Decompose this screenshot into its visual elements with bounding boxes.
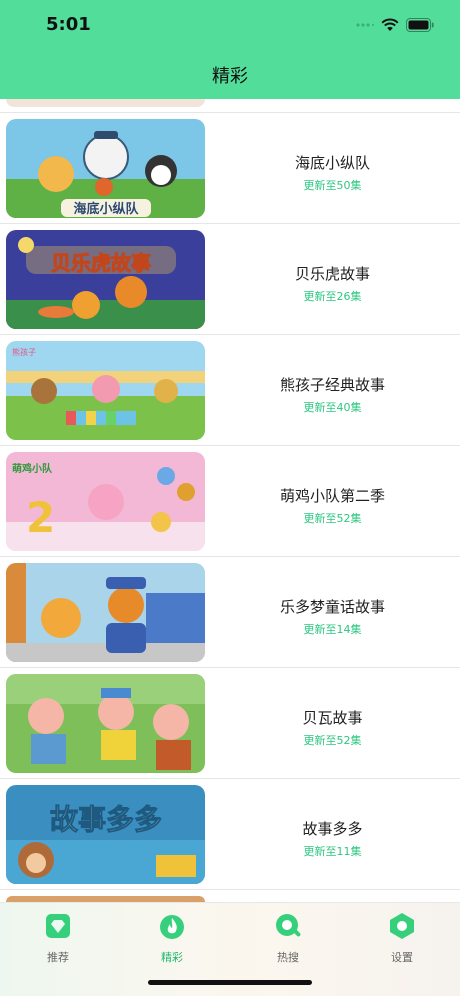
tab-label: 设置 <box>391 951 413 964</box>
tab-recommend[interactable]: 推荐 <box>18 911 98 965</box>
story-list[interactable]: 海底小纵队 海底小纵队 更新至50集 贝乐虎故事 贝乐虎故事 更新至26集 熊孩… <box>0 99 460 902</box>
svg-text:2: 2 <box>26 493 55 542</box>
item-subtitle: 更新至40集 <box>303 401 362 414</box>
thumbnail-caption: 萌鸡小队 <box>12 462 53 475</box>
thumbnail-image: 故事多多 <box>6 785 205 884</box>
item-subtitle: 更新至14集 <box>303 623 362 636</box>
home-indicator <box>148 980 312 985</box>
tab-settings[interactable]: 设置 <box>362 911 442 965</box>
thumbnail-image <box>6 563 205 662</box>
list-item[interactable]: 熊孩子 熊孩子经典故事 更新至40集 <box>0 335 460 446</box>
thumbnail-image: 海底小纵队 <box>6 119 205 218</box>
search-icon <box>276 914 301 937</box>
thumbnail-image: 贝乐虎故事 <box>6 230 205 329</box>
flame-icon <box>160 915 184 939</box>
tab-label: 推荐 <box>47 951 69 964</box>
item-title: 海底小纵队 <box>294 154 370 172</box>
list-item[interactable]: 贝乐虎故事 贝乐虎故事 更新至26集 <box>0 224 460 335</box>
thumbnail-caption: 贝乐虎故事 <box>51 251 151 275</box>
list-item[interactable]: 贝瓦故事 更新至52集 <box>0 668 460 779</box>
item-title: 熊孩子经典故事 <box>279 376 385 394</box>
item-title: 乐多梦童话故事 <box>279 598 385 616</box>
item-title: 贝乐虎故事 <box>294 265 370 283</box>
list-item[interactable]: 故事多多 故事多多 更新至11集 <box>0 779 460 890</box>
partial-thumbnail <box>6 99 205 107</box>
item-subtitle: 更新至52集 <box>303 734 362 747</box>
tab-label: 热搜 <box>277 951 299 964</box>
item-subtitle: 更新至11集 <box>303 845 362 858</box>
hexagon-gear-icon <box>390 913 414 939</box>
thumbnail-image: 熊孩子 <box>6 341 205 440</box>
tab-featured[interactable]: 精彩 <box>132 911 212 965</box>
status-time: 5:01 <box>46 14 91 35</box>
status-bar: 5:01 <box>0 0 460 50</box>
page-title: 精彩 <box>212 66 248 87</box>
tab-trending[interactable]: 热搜 <box>248 911 328 965</box>
thumbnail-image <box>6 674 205 773</box>
list-item[interactable]: 2 萌鸡小队 萌鸡小队第二季 更新至52集 <box>0 446 460 557</box>
item-subtitle: 更新至50集 <box>303 179 362 192</box>
list-item[interactable]: 海底小纵队 海底小纵队 更新至50集 <box>0 113 460 224</box>
signal-icon <box>356 23 374 27</box>
thumbnail-caption: 海底小纵队 <box>73 201 139 217</box>
battery-icon <box>406 18 434 32</box>
tab-label: 精彩 <box>161 951 183 964</box>
item-title: 故事多多 <box>302 820 363 838</box>
item-title: 萌鸡小队第二季 <box>279 487 385 505</box>
wifi-icon <box>381 18 399 31</box>
list-item[interactable]: 乐多梦童话故事 更新至14集 <box>0 557 460 668</box>
diamond-icon <box>46 914 70 938</box>
item-title: 贝瓦故事 <box>302 709 363 727</box>
item-subtitle: 更新至52集 <box>303 512 362 525</box>
status-icons <box>356 16 434 34</box>
thumbnail-caption: 熊孩子 <box>12 347 36 357</box>
header: 5:01 精彩 <box>0 0 460 99</box>
thumbnail-caption: 故事多多 <box>50 803 162 836</box>
item-subtitle: 更新至26集 <box>303 290 362 303</box>
thumbnail-image: 2 萌鸡小队 <box>6 452 205 551</box>
